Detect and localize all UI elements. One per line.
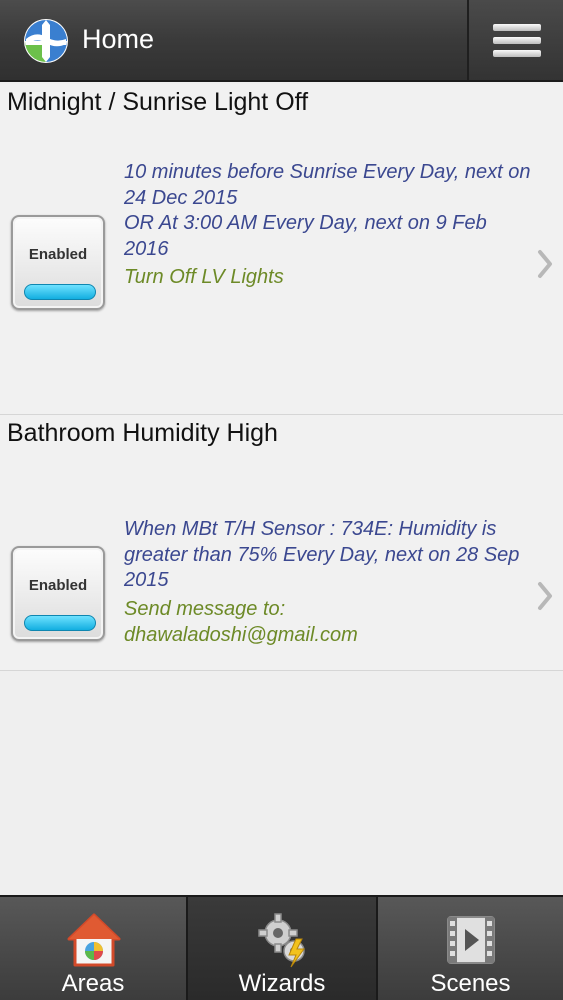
rule-title: Midnight / Sunrise Light Off [7, 88, 309, 116]
toggle-label: Enabled [28, 246, 88, 263]
rule-action: Turn Off LV Lights [124, 266, 284, 288]
chevron-right-icon[interactable] [536, 249, 554, 279]
house-icon [67, 913, 121, 967]
rule-card[interactable]: Midnight / Sunrise Light Off Enabled 10 … [0, 84, 563, 415]
enable-toggle[interactable]: Enabled [11, 546, 105, 641]
tab-label: Areas [61, 970, 125, 997]
tab-scenes[interactable]: Scenes [378, 897, 563, 1000]
hamburger-bar [493, 37, 541, 44]
rule-condition: When MBt T/H Sensor : 734E: Humidity is … [124, 518, 520, 591]
tab-label: Wizards [238, 970, 326, 997]
tab-areas[interactable]: Areas [0, 897, 188, 1000]
rule-card[interactable]: Bathroom Humidity High Enabled When MBt … [0, 415, 563, 671]
chevron-right-icon[interactable] [536, 581, 554, 611]
app-header: Home [0, 0, 563, 82]
tab-label: Scenes [430, 970, 511, 997]
gears-icon [258, 913, 305, 968]
rule-action: Send message to: dhawaladoshi@gmail.com [124, 598, 358, 646]
globe-logo-icon[interactable] [22, 17, 70, 65]
toggle-label: Enabled [28, 577, 88, 594]
status-led [24, 284, 96, 300]
rule-title: Bathroom Humidity High [7, 419, 278, 447]
rule-condition: 10 minutes before Sunrise Every Day, nex… [124, 161, 531, 260]
hamburger-menu-icon [493, 24, 541, 31]
bottom-tab-bar: Areas Wizards Scenes [0, 895, 563, 1000]
enable-toggle[interactable]: Enabled [11, 215, 105, 310]
tab-wizards[interactable]: Wizards [188, 897, 378, 1000]
status-led [24, 615, 96, 631]
film-icon [447, 916, 495, 964]
hamburger-bar [493, 50, 541, 57]
menu-button[interactable] [467, 0, 563, 80]
page-title: Home [82, 24, 155, 54]
